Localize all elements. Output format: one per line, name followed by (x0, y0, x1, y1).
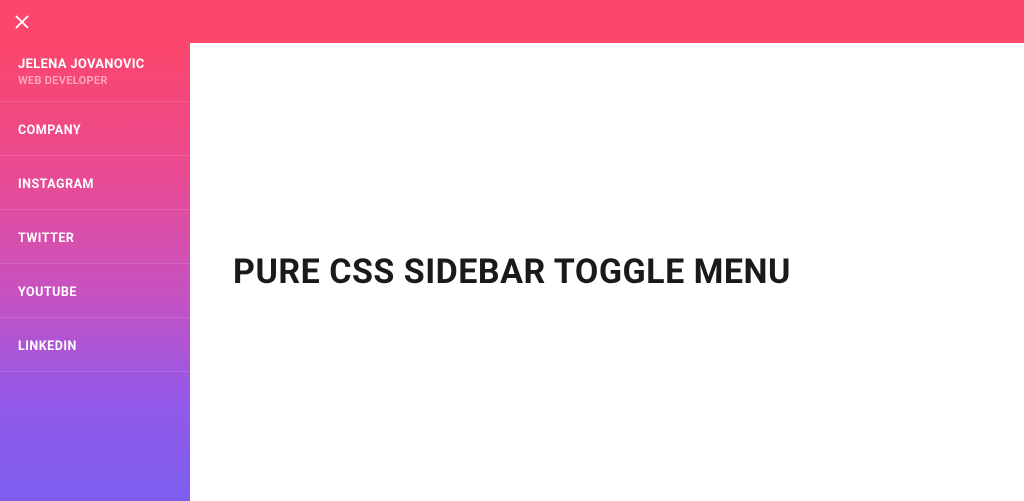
sidebar-item-linkedin[interactable]: LINKEDIN (0, 318, 190, 372)
sidebar-item-label: YOUTUBE (18, 285, 77, 300)
sidebar: JELENA JOVANOVIC WEB DEVELOPER COMPANY I… (0, 0, 190, 501)
close-icon (13, 13, 31, 31)
sidebar-item-company[interactable]: COMPANY (0, 102, 190, 156)
profile-role: WEB DEVELOPER (18, 74, 172, 87)
profile-name: JELENA JOVANOVIC (18, 57, 172, 72)
sidebar-item-label: INSTAGRAM (18, 177, 94, 192)
page-title: PURE CSS SIDEBAR TOGGLE MENU (233, 252, 791, 292)
close-sidebar-button[interactable] (0, 0, 43, 43)
sidebar-item-label: COMPANY (18, 123, 81, 138)
sidebar-item-youtube[interactable]: YOUTUBE (0, 264, 190, 318)
sidebar-profile[interactable]: JELENA JOVANOVIC WEB DEVELOPER (0, 43, 190, 102)
sidebar-item-instagram[interactable]: INSTAGRAM (0, 156, 190, 210)
sidebar-item-label: LINKEDIN (18, 339, 77, 354)
sidebar-item-twitter[interactable]: TWITTER (0, 210, 190, 264)
sidebar-item-label: TWITTER (18, 231, 74, 246)
